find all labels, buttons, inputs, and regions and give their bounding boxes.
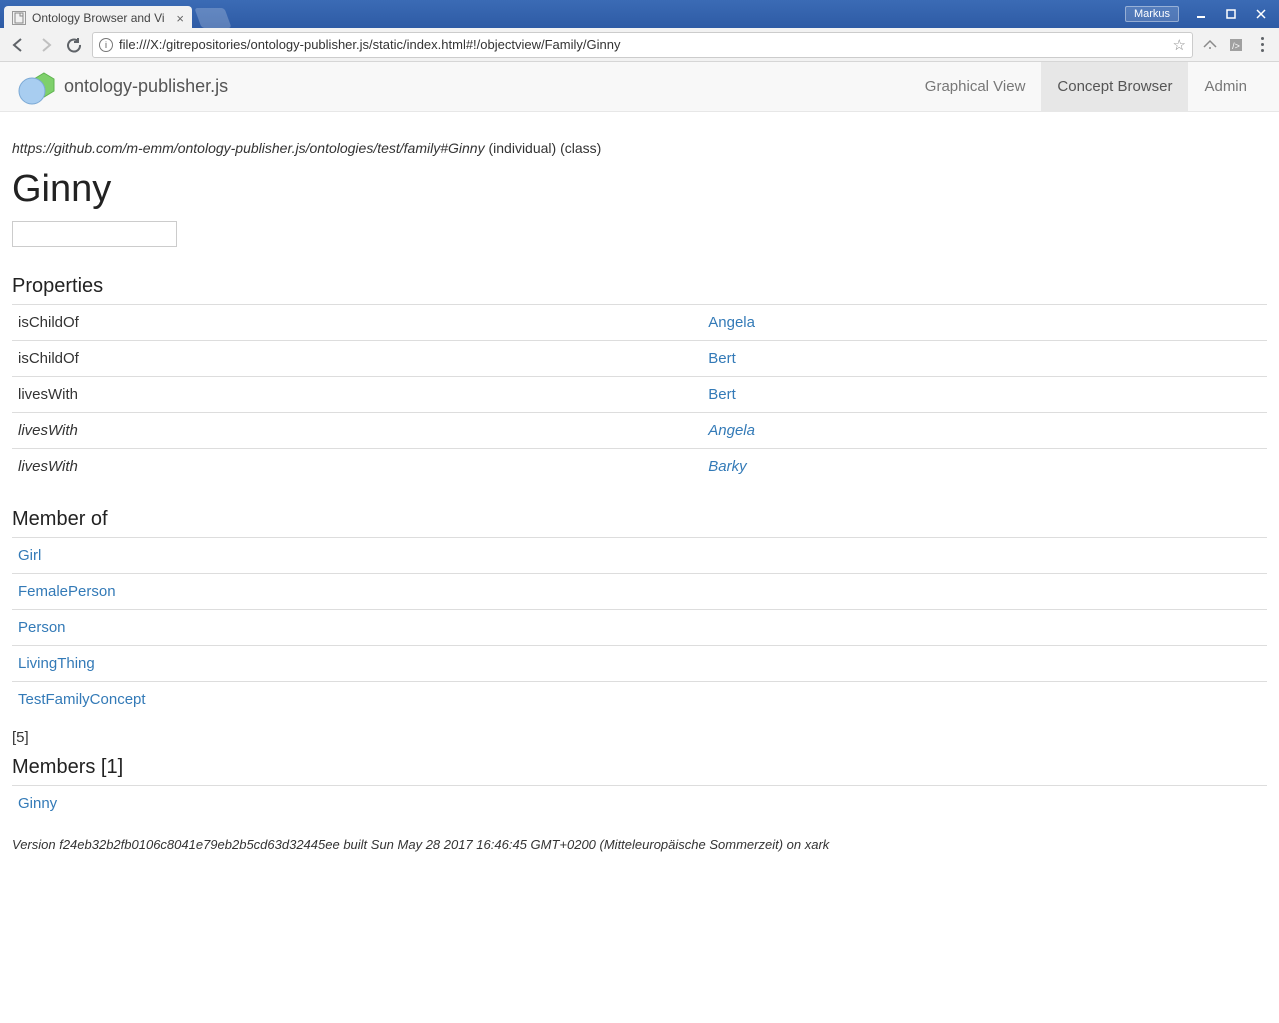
address-bar[interactable]: i file:///X:/gitrepositories/ontology-pu… [92, 32, 1193, 58]
property-value-link[interactable]: Barky [708, 458, 746, 475]
property-value-cell: Angela [702, 305, 1267, 341]
property-row: livesWith Bert [12, 377, 1267, 413]
back-button[interactable] [8, 35, 28, 55]
property-row: isChildOf Bert [12, 341, 1267, 377]
window-maximize-button[interactable] [1217, 4, 1245, 24]
nav-graphical-view[interactable]: Graphical View [909, 62, 1042, 111]
member-of-row: Person [12, 610, 1267, 646]
member-row: Ginny [12, 786, 1267, 822]
properties-table: isChildOf Angela isChildOf Bert livesWith Ber… [12, 304, 1267, 484]
property-value-link[interactable]: Bert [708, 386, 736, 403]
property-key: livesWith [12, 377, 702, 413]
member-of-row: FemalePerson [12, 574, 1267, 610]
property-row: livesWith Angela [12, 413, 1267, 449]
member-of-link[interactable]: Girl [18, 547, 41, 564]
property-key: livesWith [12, 449, 702, 485]
reload-button[interactable] [64, 35, 84, 55]
footer-version: Version f24eb32b2fb0106c8041e79eb2b5cd63… [12, 837, 1267, 852]
entity-type-class: (class) [560, 140, 601, 156]
entity-iri: https://github.com/m-emm/ontology-publis… [12, 140, 485, 156]
window-close-button[interactable] [1247, 4, 1275, 24]
brand[interactable]: ontology-publisher.js [16, 69, 228, 105]
browser-toolbar: i file:///X:/gitrepositories/ontology-pu… [0, 28, 1279, 62]
property-key: isChildOf [12, 341, 702, 377]
file-icon [12, 11, 26, 25]
chrome-menu-button[interactable] [1253, 37, 1271, 52]
brand-logo-icon [16, 69, 58, 105]
extension-icon[interactable] [1201, 36, 1219, 54]
member-of-row: Girl [12, 538, 1267, 574]
property-row: livesWith Barky [12, 449, 1267, 485]
brand-text: ontology-publisher.js [64, 76, 228, 97]
property-value-cell: Angela [702, 413, 1267, 449]
forward-button[interactable] [36, 35, 56, 55]
property-row: isChildOf Angela [12, 305, 1267, 341]
entity-type-individual: (individual) [488, 140, 556, 156]
nav-concept-browser[interactable]: Concept Browser [1041, 62, 1188, 111]
member-of-link[interactable]: FemalePerson [18, 583, 116, 600]
entity-title: Ginny [12, 168, 1267, 211]
tab-close-icon[interactable]: × [176, 11, 184, 26]
browser-tab-title: Ontology Browser and Vi [32, 11, 172, 25]
member-of-cell: Person [12, 610, 1267, 646]
property-key: livesWith [12, 413, 702, 449]
window-user-badge: Markus [1125, 6, 1179, 22]
member-of-cell: LivingThing [12, 646, 1267, 682]
member-of-count: [5] [12, 729, 1267, 746]
property-value-link[interactable]: Angela [708, 314, 755, 331]
member-of-link[interactable]: LivingThing [18, 655, 95, 672]
url-text: file:///X:/gitrepositories/ontology-publ… [119, 37, 1167, 52]
devtools-icon[interactable]: /> [1227, 36, 1245, 54]
svg-text:/>: /> [1232, 41, 1240, 51]
member-of-row: LivingThing [12, 646, 1267, 682]
app-header: ontology-publisher.js Graphical View Con… [0, 62, 1279, 112]
member-of-table: Girl FemalePerson Person LivingThing TestFam… [12, 537, 1267, 717]
main-nav: Graphical View Concept Browser Admin [909, 62, 1263, 111]
bookmark-star-icon[interactable]: ☆ [1173, 36, 1186, 54]
section-members-title: Members [1] [12, 756, 1267, 779]
property-key: isChildOf [12, 305, 702, 341]
property-value-cell: Bert [702, 377, 1267, 413]
nav-admin[interactable]: Admin [1188, 62, 1263, 111]
property-value-cell: Barky [702, 449, 1267, 485]
member-of-link[interactable]: TestFamilyConcept [18, 691, 146, 708]
member-of-cell: FemalePerson [12, 574, 1267, 610]
member-of-cell: TestFamilyConcept [12, 682, 1267, 718]
search-input[interactable] [12, 221, 177, 247]
member-of-link[interactable]: Person [18, 619, 66, 636]
section-member-of-title: Member of [12, 508, 1267, 531]
browser-tab[interactable]: Ontology Browser and Vi × [4, 6, 192, 30]
content: https://github.com/m-emm/ontology-publis… [0, 112, 1279, 872]
site-info-icon[interactable]: i [99, 38, 113, 52]
property-value-cell: Bert [702, 341, 1267, 377]
property-value-link[interactable]: Angela [708, 422, 755, 439]
section-properties-title: Properties [12, 275, 1267, 298]
member-of-cell: Girl [12, 538, 1267, 574]
window-minimize-button[interactable] [1187, 4, 1215, 24]
property-value-link[interactable]: Bert [708, 350, 736, 367]
members-table: Ginny [12, 785, 1267, 821]
entity-iri-line: https://github.com/m-emm/ontology-publis… [12, 140, 1267, 156]
member-link[interactable]: Ginny [18, 795, 57, 812]
member-cell: Ginny [12, 786, 1267, 822]
member-of-row: TestFamilyConcept [12, 682, 1267, 718]
